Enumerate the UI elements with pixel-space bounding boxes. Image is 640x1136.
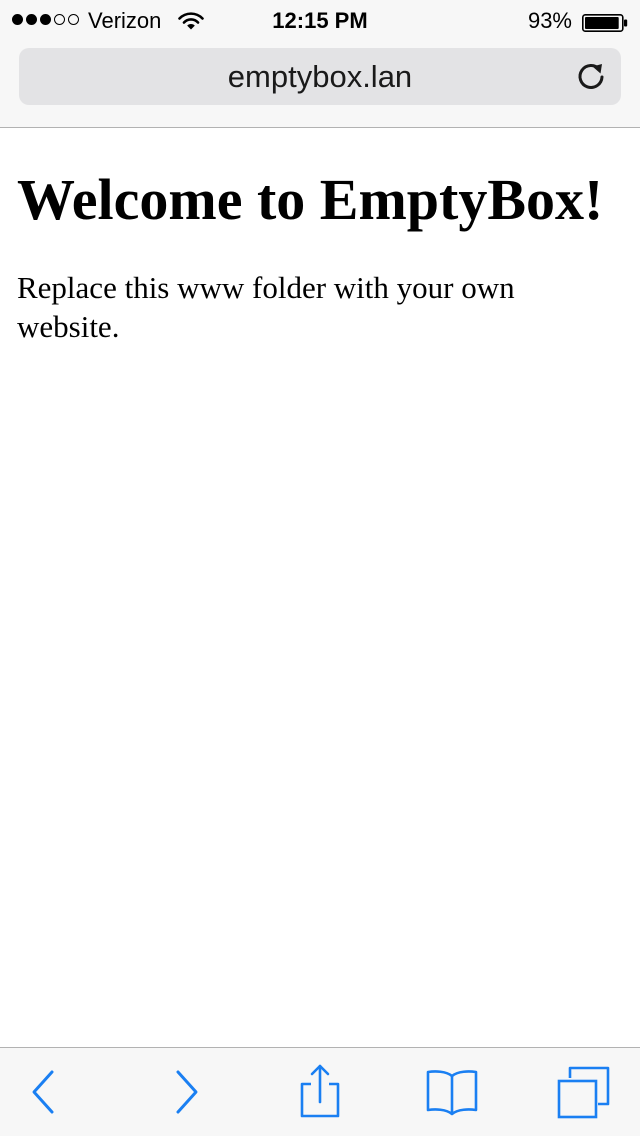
bookmarks-button[interactable]: [422, 1064, 482, 1120]
address-bar[interactable]: emptybox.lan: [19, 48, 621, 105]
tabs-icon: [557, 1066, 610, 1119]
back-button[interactable]: [14, 1064, 74, 1120]
share-button[interactable]: [290, 1064, 350, 1120]
back-icon: [32, 1070, 54, 1114]
status-bar: Verizon 12:15 PM 93%: [0, 0, 640, 40]
browser-toolbar: [0, 1047, 640, 1136]
forward-icon: [176, 1070, 198, 1114]
share-icon: [300, 1064, 340, 1118]
reload-icon[interactable]: [575, 60, 607, 92]
browser-top-chrome: Verizon 12:15 PM 93% emptybox.lan: [0, 0, 640, 128]
web-page-content: Welcome to EmptyBox! Replace this www fo…: [17, 160, 617, 346]
forward-button[interactable]: [156, 1064, 216, 1120]
page-heading: Welcome to EmptyBox!: [17, 167, 604, 232]
battery-icon: [582, 12, 628, 32]
address-bar-url[interactable]: emptybox.lan: [19, 48, 621, 105]
bookmarks-icon: [426, 1070, 478, 1116]
tabs-button[interactable]: [552, 1064, 612, 1120]
battery-percentage: 93%: [527, 8, 572, 33]
page-body-text: Replace this www folder with your own we…: [17, 270, 515, 344]
